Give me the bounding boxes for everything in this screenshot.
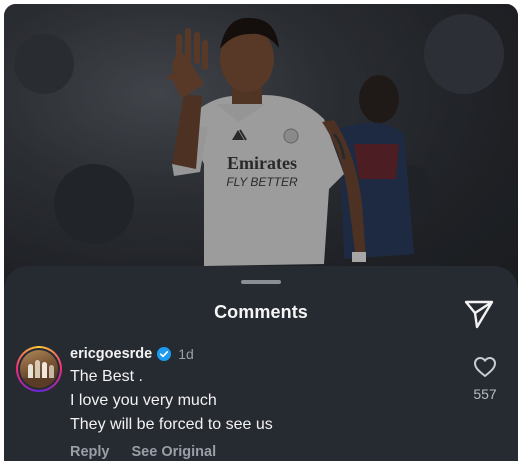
comment-header: ericgoesrde 1d	[70, 344, 194, 364]
paper-plane-icon	[462, 300, 496, 334]
comment-text-line: I love you very much	[70, 392, 217, 409]
comment-text-line: The Best .	[70, 368, 143, 385]
comment-timestamp: 1d	[178, 346, 194, 362]
like-button[interactable]: 557	[470, 356, 500, 402]
sheet-title: Comments	[214, 302, 308, 322]
heart-outline-icon	[470, 356, 500, 378]
comment-username[interactable]: ericgoesrde	[70, 346, 152, 362]
post-photo[interactable]: Emirates FLY BETTER	[4, 4, 518, 304]
reply-button[interactable]: Reply	[70, 444, 110, 460]
see-original-button[interactable]: See Original	[132, 444, 217, 460]
share-button[interactable]	[462, 296, 496, 330]
like-count: 557	[473, 386, 497, 402]
comments-sheet: Comments ericgoesrde 1d The Best . I lov…	[4, 266, 518, 461]
verified-badge-icon	[157, 347, 172, 361]
comment-actions: Reply See Original	[70, 444, 216, 460]
photo-dim-overlay	[4, 4, 518, 304]
app-frame: Emirates FLY BETTER Comments ericgoesrde…	[4, 4, 518, 461]
avatar-photo	[20, 350, 58, 388]
comment-text-line: They will be forced to see us	[70, 416, 273, 433]
comment-item: ericgoesrde 1d The Best . I love you ver…	[4, 342, 518, 461]
avatar[interactable]	[16, 346, 62, 392]
sheet-grabber[interactable]	[241, 280, 281, 284]
